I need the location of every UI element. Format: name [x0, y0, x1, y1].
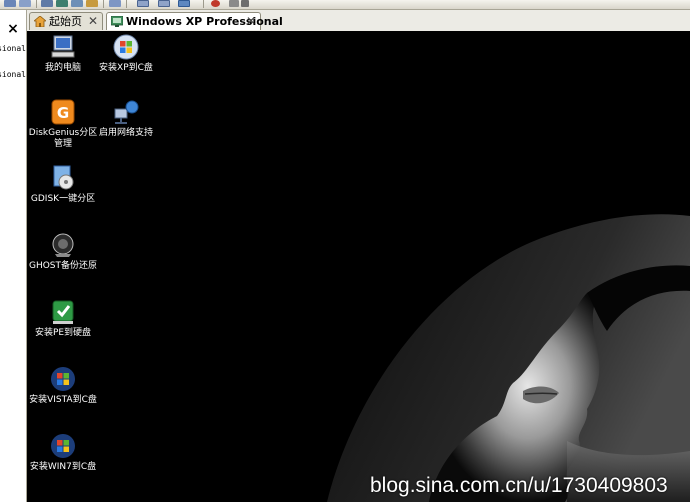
library-item-1[interactable]: Windows XP Professional: [0, 44, 26, 53]
toolbar-icon-5[interactable]: [71, 0, 83, 7]
toolbar-icon-4[interactable]: [56, 0, 68, 7]
left-panel: × Windows XP Professional Windows XP Pro…: [0, 10, 27, 502]
desktop-icon-label: 我的电脑: [44, 63, 81, 73]
desktop-icon-my-computer[interactable]: 我的电脑: [27, 34, 99, 74]
desktop-icon-label: DiskGenius分区管理: [28, 128, 98, 149]
network-icon: [114, 100, 139, 124]
my-computer-icon: [51, 35, 75, 58]
toolbar-icon-2[interactable]: [19, 0, 31, 7]
record-icon[interactable]: [211, 0, 220, 7]
desktop-icon-diskgenius[interactable]: G DiskGenius分区管理: [27, 99, 99, 150]
close-tab-button[interactable]: ✕: [246, 13, 256, 30]
toolbar: [0, 0, 690, 10]
desktop-icon-pe-install[interactable]: 安装PE到硬盘: [27, 299, 99, 339]
desktop-icon-win7-setup[interactable]: 安装WIN7到C盘: [27, 433, 99, 473]
gdisk-icon: [53, 165, 74, 190]
toolbar-icon-1[interactable]: [4, 0, 16, 7]
toolbar-icon-11[interactable]: [229, 0, 239, 7]
toolbar-icon-9[interactable]: [158, 0, 170, 7]
desktop-icon-network[interactable]: 启用网络支持: [90, 99, 162, 139]
toolbar-icon-12[interactable]: [241, 0, 249, 7]
home-icon: [34, 16, 46, 27]
tab-bar: 起始页 ✕ Windows XP Professional ✕: [27, 10, 690, 32]
desktop-icon-label: GHOST备份还原: [28, 261, 98, 271]
toolbar-separator: [126, 0, 127, 8]
win7-setup-icon: [51, 434, 75, 458]
toolbar-icon-6[interactable]: [86, 0, 98, 7]
tab-label: Windows XP Professional: [126, 15, 283, 28]
diskgenius-icon: G: [51, 99, 75, 125]
vm-icon: [111, 16, 123, 27]
vm-desktop[interactable]: 我的电脑 G DiskGenius分区管理 GDISK一键分区 GHOST备份还…: [27, 31, 690, 502]
watermark: blog.sina.com.cn/u/1730409803: [370, 474, 668, 497]
toolbar-separator: [103, 0, 104, 8]
svg-text:G: G: [57, 104, 69, 122]
toolbar-icon-7[interactable]: [109, 0, 121, 7]
ghost-icon: [52, 233, 74, 257]
vista-setup-icon: [51, 367, 75, 391]
toolbar-separator: [36, 0, 37, 8]
desktop-icon-ghost[interactable]: GHOST备份还原: [27, 232, 99, 272]
desktop-icon-label: 安装WIN7到C盘: [29, 462, 97, 472]
toolbar-icon-3[interactable]: [41, 0, 53, 7]
tab-home[interactable]: 起始页 ✕: [29, 12, 103, 30]
close-panel-button[interactable]: ×: [5, 21, 21, 37]
desktop-icon-label: 安装XP到C盘: [99, 63, 153, 73]
close-tab-button[interactable]: ✕: [88, 13, 98, 30]
tab-label: 起始页: [49, 15, 82, 28]
desktop-icon-vista-setup[interactable]: 安装VISTA到C盘: [27, 366, 99, 406]
toolbar-icon-8[interactable]: [137, 0, 149, 7]
desktop-icon-label: 安装VISTA到C盘: [29, 395, 97, 405]
desktop-icon-label: 安装PE到硬盘: [34, 328, 92, 338]
tab-windows-xp[interactable]: Windows XP Professional ✕: [106, 12, 283, 30]
pe-install-icon: [52, 300, 74, 324]
desktop-icon-label: GDISK一键分区: [30, 194, 96, 204]
desktop-icon-label: 启用网络支持: [98, 128, 153, 138]
desktop-icon-install-xp[interactable]: 安装XP到C盘: [90, 34, 162, 74]
windows-setup-icon: [113, 34, 139, 60]
toolbar-separator: [203, 0, 204, 8]
library-item-2[interactable]: Windows XP Professional: [0, 70, 26, 79]
desktop-icon-gdisk[interactable]: GDISK一键分区: [27, 165, 99, 205]
toolbar-icon-10[interactable]: [178, 0, 190, 7]
